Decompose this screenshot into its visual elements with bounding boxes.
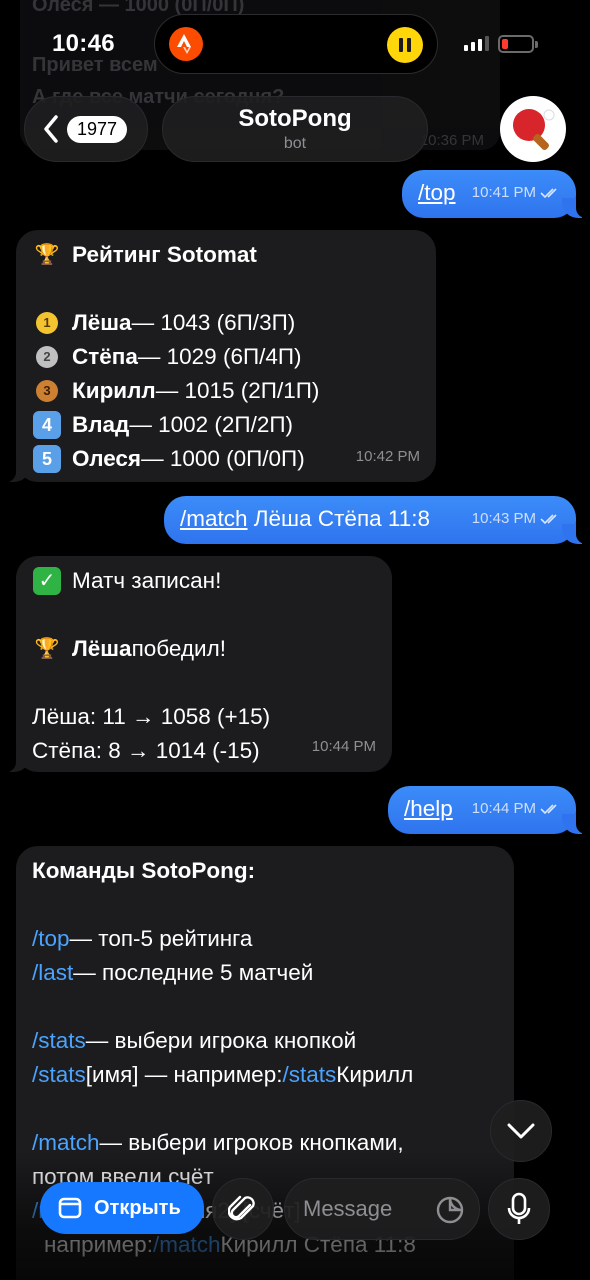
strava-icon bbox=[169, 27, 203, 61]
rating-row: 1 Лёша — 1043 (6П/3П) bbox=[32, 306, 420, 340]
message-time: 10:41 PM bbox=[471, 184, 536, 201]
outgoing-message[interactable]: /help 10:44 PM bbox=[388, 786, 586, 834]
help-line: /top — топ-5 рейтинга bbox=[32, 922, 498, 956]
sticker-icon[interactable] bbox=[435, 1195, 465, 1231]
winner-line: 🏆 Лёша победил! bbox=[32, 632, 376, 666]
command-text[interactable]: /top bbox=[418, 180, 456, 205]
double-check-icon bbox=[540, 804, 557, 815]
check-mark-icon: ✓ bbox=[32, 567, 62, 595]
scroll-down-button[interactable] bbox=[490, 1100, 552, 1162]
back-button[interactable]: 1977 bbox=[24, 96, 148, 162]
command-link[interactable]: /stats bbox=[282, 1058, 336, 1092]
chevron-left-icon bbox=[44, 115, 58, 143]
message-meta: 10:43 PM bbox=[472, 502, 562, 536]
outgoing-message[interactable]: /top 10:41 PM bbox=[402, 170, 586, 218]
rating-title: 🏆 Рейтинг Sotomat bbox=[32, 238, 420, 272]
microphone-button[interactable] bbox=[488, 1178, 550, 1240]
attach-button[interactable] bbox=[212, 1178, 274, 1240]
rating-row: 2 Стёпа — 1029 (6П/4П) bbox=[32, 340, 420, 374]
help-line: /last — последние 5 матчей bbox=[32, 956, 498, 990]
message-meta: 10:44 PM bbox=[472, 792, 562, 826]
microphone-icon bbox=[507, 1192, 531, 1224]
score-line: Лёша: 11 → 1058 (+15) bbox=[32, 704, 271, 729]
app-window-icon bbox=[58, 1197, 82, 1219]
command-link[interactable]: /match bbox=[32, 1126, 100, 1160]
command-link[interactable]: /last bbox=[32, 956, 73, 990]
help-line: /stats — выбери игрока кнопкой bbox=[32, 1024, 498, 1058]
battery-icon bbox=[498, 35, 538, 53]
match-recorded-line: ✓ Матч записан! bbox=[32, 564, 376, 598]
message-time: 10:42 PM bbox=[355, 448, 420, 465]
pause-icon[interactable] bbox=[387, 27, 423, 63]
gold-medal-icon: 1 bbox=[32, 309, 62, 337]
bronze-medal-icon: 3 bbox=[32, 377, 62, 405]
command-link[interactable]: /top bbox=[32, 922, 70, 956]
bot-avatar[interactable] bbox=[500, 96, 566, 162]
rating-row: 3 Кирилл — 1015 (2П/1П) bbox=[32, 374, 420, 408]
help-title: Команды SotoPong: bbox=[32, 858, 256, 883]
message-time: 10:44 PM bbox=[311, 738, 376, 755]
double-check-icon bbox=[540, 514, 557, 525]
incoming-message[interactable]: 🏆 Рейтинг Sotomat 1 Лёша — 1043 (6П/3П) 2С… bbox=[6, 230, 436, 482]
unread-count-badge: 1977 bbox=[67, 115, 128, 143]
message-input[interactable]: Message bbox=[284, 1178, 480, 1240]
message-time: 10:44 PM bbox=[471, 800, 536, 817]
message-placeholder: Message bbox=[303, 1196, 393, 1221]
double-check-icon bbox=[540, 188, 557, 199]
status-time: 10:46 bbox=[52, 30, 115, 57]
open-mini-app-button[interactable]: Открыть bbox=[40, 1182, 204, 1234]
chevron-down-icon bbox=[507, 1123, 535, 1139]
ghost-time: 10:36 PM bbox=[419, 132, 484, 149]
keycap-4-icon: 4 bbox=[32, 411, 62, 439]
command-text[interactable]: /match bbox=[180, 506, 248, 531]
chat-title[interactable]: SotoPong bot bbox=[162, 96, 428, 162]
message-text: Лёша Стёпа 11:8 bbox=[247, 506, 431, 531]
message-time: 10:43 PM bbox=[471, 510, 536, 527]
dynamic-island[interactable] bbox=[154, 14, 438, 74]
help-line: /match — выбери игроков кнопками, bbox=[32, 1126, 498, 1160]
paperclip-icon bbox=[228, 1195, 255, 1221]
chat-subtitle: bot bbox=[283, 135, 307, 152]
silver-medal-icon: 2 bbox=[32, 343, 62, 371]
outgoing-message[interactable]: /match Лёша Стёпа 11:8 10:43 PM bbox=[164, 496, 586, 544]
keycap-5-icon: 5 bbox=[32, 445, 62, 473]
chat-name: SotoPong bbox=[238, 105, 352, 132]
open-button-label: Открыть bbox=[94, 1196, 181, 1219]
command-text[interactable]: /help bbox=[404, 796, 453, 821]
command-link[interactable]: /stats bbox=[32, 1024, 86, 1058]
trophy-icon: 🏆 bbox=[34, 244, 60, 266]
help-line: /stats [имя] — например: /stats Кирилл bbox=[32, 1058, 498, 1092]
ping-pong-icon bbox=[513, 109, 555, 150]
incoming-message[interactable]: ✓ Матч записан! 🏆 Лёша победил! Лёша: 11 →… bbox=[6, 556, 392, 772]
command-link[interactable]: /stats bbox=[32, 1058, 86, 1092]
rating-row: 4 Влад — 1002 (2П/2П) bbox=[32, 408, 420, 442]
signal-icon bbox=[464, 36, 489, 51]
trophy-icon: 🏆 bbox=[34, 638, 60, 660]
message-meta: 10:41 PM bbox=[472, 176, 562, 210]
